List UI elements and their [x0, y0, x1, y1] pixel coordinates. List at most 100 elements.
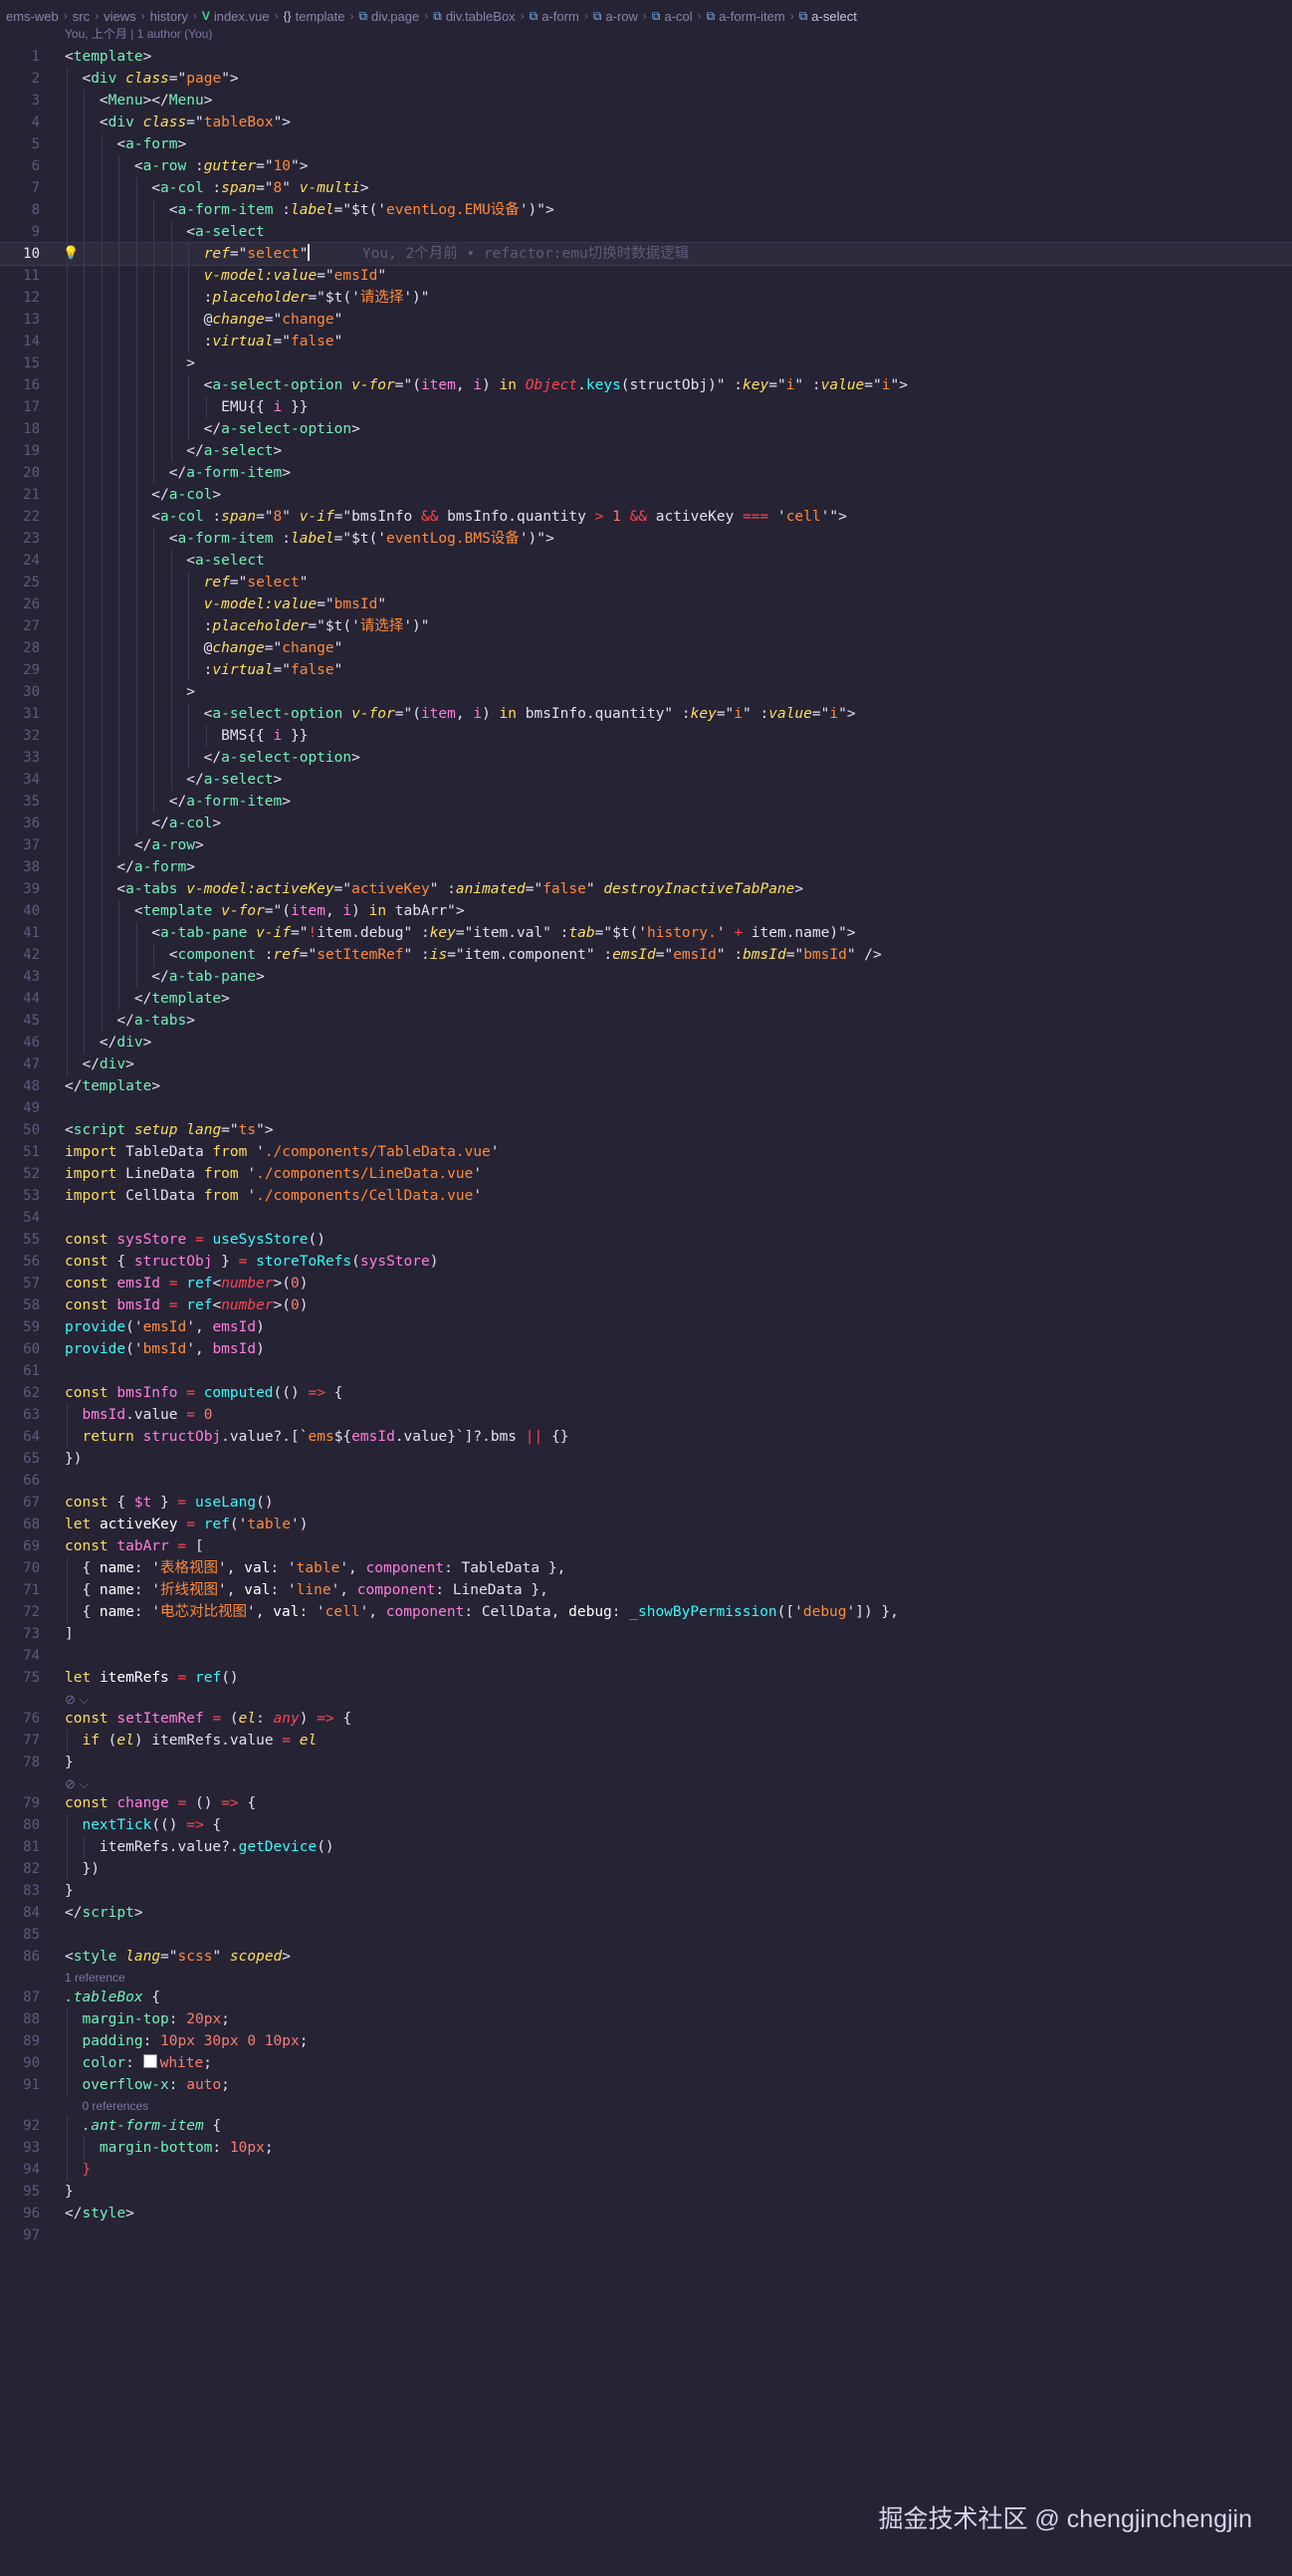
- code-line[interactable]: 51 import TableData from './components/Ta…: [0, 1141, 1292, 1163]
- code-line[interactable]: 71 { name: '折线视图', val: 'line', componen…: [0, 1579, 1292, 1601]
- code-line[interactable]: 56 const { structObj } = storeToRefs(sysS…: [0, 1251, 1292, 1273]
- code-line[interactable]: 29 :virtual="false": [0, 659, 1292, 681]
- code-line[interactable]: 61: [0, 1360, 1292, 1382]
- code-line[interactable]: 21 </a-col>: [0, 484, 1292, 506]
- code-line[interactable]: 31 <a-select-option v-for="(item, i) in …: [0, 703, 1292, 725]
- code-line[interactable]: 47 </div>: [0, 1054, 1292, 1075]
- code-line[interactable]: 9 <a-select: [0, 221, 1292, 243]
- code-line[interactable]: 90 color: white;: [0, 2052, 1292, 2074]
- code-line[interactable]: 12 :placeholder="$t('请选择')": [0, 287, 1292, 309]
- code-line[interactable]: 93 margin-bottom: 10px;: [0, 2137, 1292, 2159]
- code-line[interactable]: 77 if (el) itemRefs.value = el: [0, 1730, 1292, 1752]
- code-line[interactable]: 50 <script setup lang="ts">: [0, 1119, 1292, 1141]
- code-line[interactable]: 69 const tabArr = [: [0, 1535, 1292, 1557]
- code-line[interactable]: 28 @change="change": [0, 637, 1292, 659]
- code-line[interactable]: 45 </a-tabs>: [0, 1010, 1292, 1032]
- breadcrumb-item[interactable]: › ⧉ a-form: [516, 9, 579, 24]
- code-line[interactable]: 65}): [0, 1448, 1292, 1470]
- code-line[interactable]: 6 <a-row :gutter="10">: [0, 155, 1292, 177]
- code-line[interactable]: 19 </a-select>: [0, 440, 1292, 462]
- code-line[interactable]: 37 </a-row>: [0, 834, 1292, 856]
- code-line[interactable]: 15 >: [0, 352, 1292, 374]
- code-line[interactable]: 10 💡 ref="select" You, 2个月前 • refactor:em…: [0, 242, 1292, 266]
- blame-header[interactable]: You, 上个月 | 1 author (You): [65, 25, 212, 42]
- code-line[interactable]: 4 <div class="tableBox">: [0, 112, 1292, 133]
- code-line[interactable]: 80 nextTick(() => {: [0, 1814, 1292, 1836]
- code-line[interactable]: 72 { name: '电芯对比视图', val: 'cell', compon…: [0, 1601, 1292, 1623]
- code-line[interactable]: 55 const sysStore = useSysStore(): [0, 1229, 1292, 1251]
- code-line[interactable]: 5 <a-form>: [0, 133, 1292, 155]
- code-line[interactable]: 20 </a-form-item>: [0, 462, 1292, 484]
- code-line[interactable]: 25 ref="select": [0, 572, 1292, 593]
- code-line[interactable]: 86 <style lang="scss" scoped>: [0, 1946, 1292, 1968]
- breadcrumb-item[interactable]: › views: [90, 9, 136, 24]
- code-line[interactable]: 27 :placeholder="$t('请选择')": [0, 615, 1292, 637]
- code-line[interactable]: 73]: [0, 1623, 1292, 1645]
- code-line[interactable]: 48 </template>: [0, 1075, 1292, 1097]
- code-line[interactable]: 66: [0, 1470, 1292, 1492]
- code-line[interactable]: 97: [0, 2225, 1292, 2246]
- code-line[interactable]: 96 </style>: [0, 2203, 1292, 2225]
- code-line[interactable]: 94 }: [0, 2159, 1292, 2181]
- code-line[interactable]: 74: [0, 1645, 1292, 1667]
- breadcrumb-item[interactable]: ems-web: [6, 9, 59, 24]
- code-line[interactable]: 43 </a-tab-pane>: [0, 966, 1292, 988]
- code-line[interactable]: 23 <a-form-item :label="$t('eventLog.BMS…: [0, 528, 1292, 550]
- code-line[interactable]: 36 </a-col>: [0, 813, 1292, 834]
- code-line[interactable]: 83}: [0, 1880, 1292, 1902]
- code-line[interactable]: 32 BMS{{ i }}: [0, 725, 1292, 747]
- code-line[interactable]: 30 >: [0, 681, 1292, 703]
- code-line[interactable]: 54: [0, 1207, 1292, 1229]
- code-line[interactable]: 75 let itemRefs = ref(): [0, 1667, 1292, 1689]
- code-line[interactable]: 3 <Menu></Menu>: [0, 90, 1292, 112]
- code-line[interactable]: 78}: [0, 1752, 1292, 1773]
- code-line[interactable]: 14 :virtual="false": [0, 331, 1292, 352]
- code-line[interactable]: 87 .tableBox {: [0, 1987, 1292, 2008]
- code-line[interactable]: 91 overflow-x: auto;: [0, 2074, 1292, 2096]
- breadcrumb-item[interactable]: › history: [136, 9, 188, 24]
- breadcrumb-item[interactable]: › ⧉ div.page: [344, 9, 419, 24]
- code-line[interactable]: 8 <a-form-item :label="$t('eventLog.EMU设…: [0, 199, 1292, 221]
- code-line[interactable]: 13 @change="change": [0, 309, 1292, 331]
- code-line[interactable]: 68 let activeKey = ref('table'): [0, 1514, 1292, 1535]
- code-line[interactable]: 42 <component :ref="setItemRef" :is="ite…: [0, 944, 1292, 966]
- code-line[interactable]: 40 <template v-for="(item, i) in tabArr"…: [0, 900, 1292, 922]
- code-line[interactable]: 41 <a-tab-pane v-if="!item.debug" :key="…: [0, 922, 1292, 944]
- code-line[interactable]: 38 </a-form>: [0, 856, 1292, 878]
- code-line[interactable]: 7 <a-col :span="8" v-multi>: [0, 177, 1292, 199]
- code-line[interactable]: 2 <div class="page">: [0, 68, 1292, 90]
- code-line[interactable]: 62 const bmsInfo = computed(() => {: [0, 1382, 1292, 1404]
- breadcrumb-item[interactable]: › {} template: [270, 9, 345, 24]
- breadcrumb-item[interactable]: › ⧉ a-form-item: [693, 9, 785, 24]
- code-line[interactable]: 33 </a-select-option>: [0, 747, 1292, 769]
- code-line[interactable]: 95}: [0, 2181, 1292, 2203]
- code-line[interactable]: 57 const emsId = ref<number>(0): [0, 1273, 1292, 1294]
- code-line[interactable]: 35 </a-form-item>: [0, 791, 1292, 813]
- code-line[interactable]: 49: [0, 1097, 1292, 1119]
- breadcrumb-item[interactable]: › ⧉ a-select: [785, 9, 857, 24]
- codelens-references[interactable]: 0 references: [82, 2099, 148, 2113]
- breadcrumb-item[interactable]: › ⧉ a-col: [638, 9, 693, 24]
- code-line[interactable]: 92 .ant-form-item {: [0, 2115, 1292, 2137]
- codelens-references[interactable]: ⊘ ⌵: [65, 1776, 89, 1792]
- code-line[interactable]: 85: [0, 1924, 1292, 1946]
- code-line[interactable]: 70 { name: '表格视图', val: 'table', compone…: [0, 1557, 1292, 1579]
- code-line[interactable]: 79 const change = () => {: [0, 1792, 1292, 1814]
- code-line[interactable]: 39 <a-tabs v-model:activeKey="activeKey"…: [0, 878, 1292, 900]
- code-line[interactable]: 84 </script>: [0, 1902, 1292, 1924]
- code-line[interactable]: 17 EMU{{ i }}: [0, 396, 1292, 418]
- code-line[interactable]: 46 </div>: [0, 1032, 1292, 1054]
- codelens-references[interactable]: ⊘ ⌵: [65, 1692, 89, 1708]
- code-line[interactable]: 18 </a-select-option>: [0, 418, 1292, 440]
- code-line[interactable]: 58 const bmsId = ref<number>(0): [0, 1294, 1292, 1316]
- code-line[interactable]: 64 return structObj.value?.[`ems${emsId.…: [0, 1426, 1292, 1448]
- code-line[interactable]: 59 provide('emsId', emsId): [0, 1316, 1292, 1338]
- code-line[interactable]: 89 padding: 10px 30px 0 10px;: [0, 2030, 1292, 2052]
- breadcrumb-item[interactable]: › src: [59, 9, 90, 24]
- code-line[interactable]: 88 margin-top: 20px;: [0, 2008, 1292, 2030]
- code-line[interactable]: 76 const setItemRef = (el: any) => {: [0, 1708, 1292, 1730]
- breadcrumb-item[interactable]: › ⧉ a-row: [579, 9, 638, 24]
- code-line[interactable]: 44 </template>: [0, 988, 1292, 1010]
- code-line[interactable]: 26 v-model:value="bmsId": [0, 593, 1292, 615]
- code-line[interactable]: 11 v-model:value="emsId": [0, 265, 1292, 287]
